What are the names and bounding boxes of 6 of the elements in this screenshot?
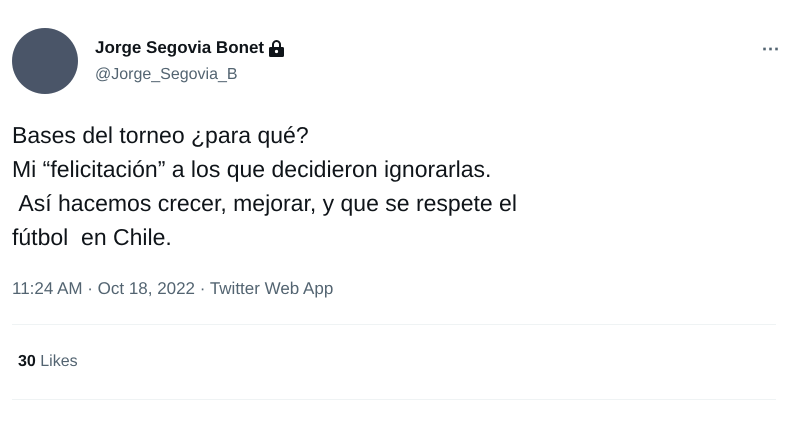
tweet-timestamp[interactable]: 11:24 AM · Oct 18, 2022 · Twitter Web App [12,276,788,302]
more-menu[interactable]: ··· [762,36,780,63]
tweet-text: Bases del torneo ¿para qué? Mi “felicitación” a los que decidieron ignorarlas. Así hacemos crecer, mejorar, y que se respete el fútbol en Chile. [12,121,518,252]
author-name[interactable]: Jorge Segovia Bonet [95,35,264,61]
author-handle[interactable]: @Jorge_Segovia_B [95,62,762,87]
likes-count[interactable]: 30 Likes [18,350,78,374]
